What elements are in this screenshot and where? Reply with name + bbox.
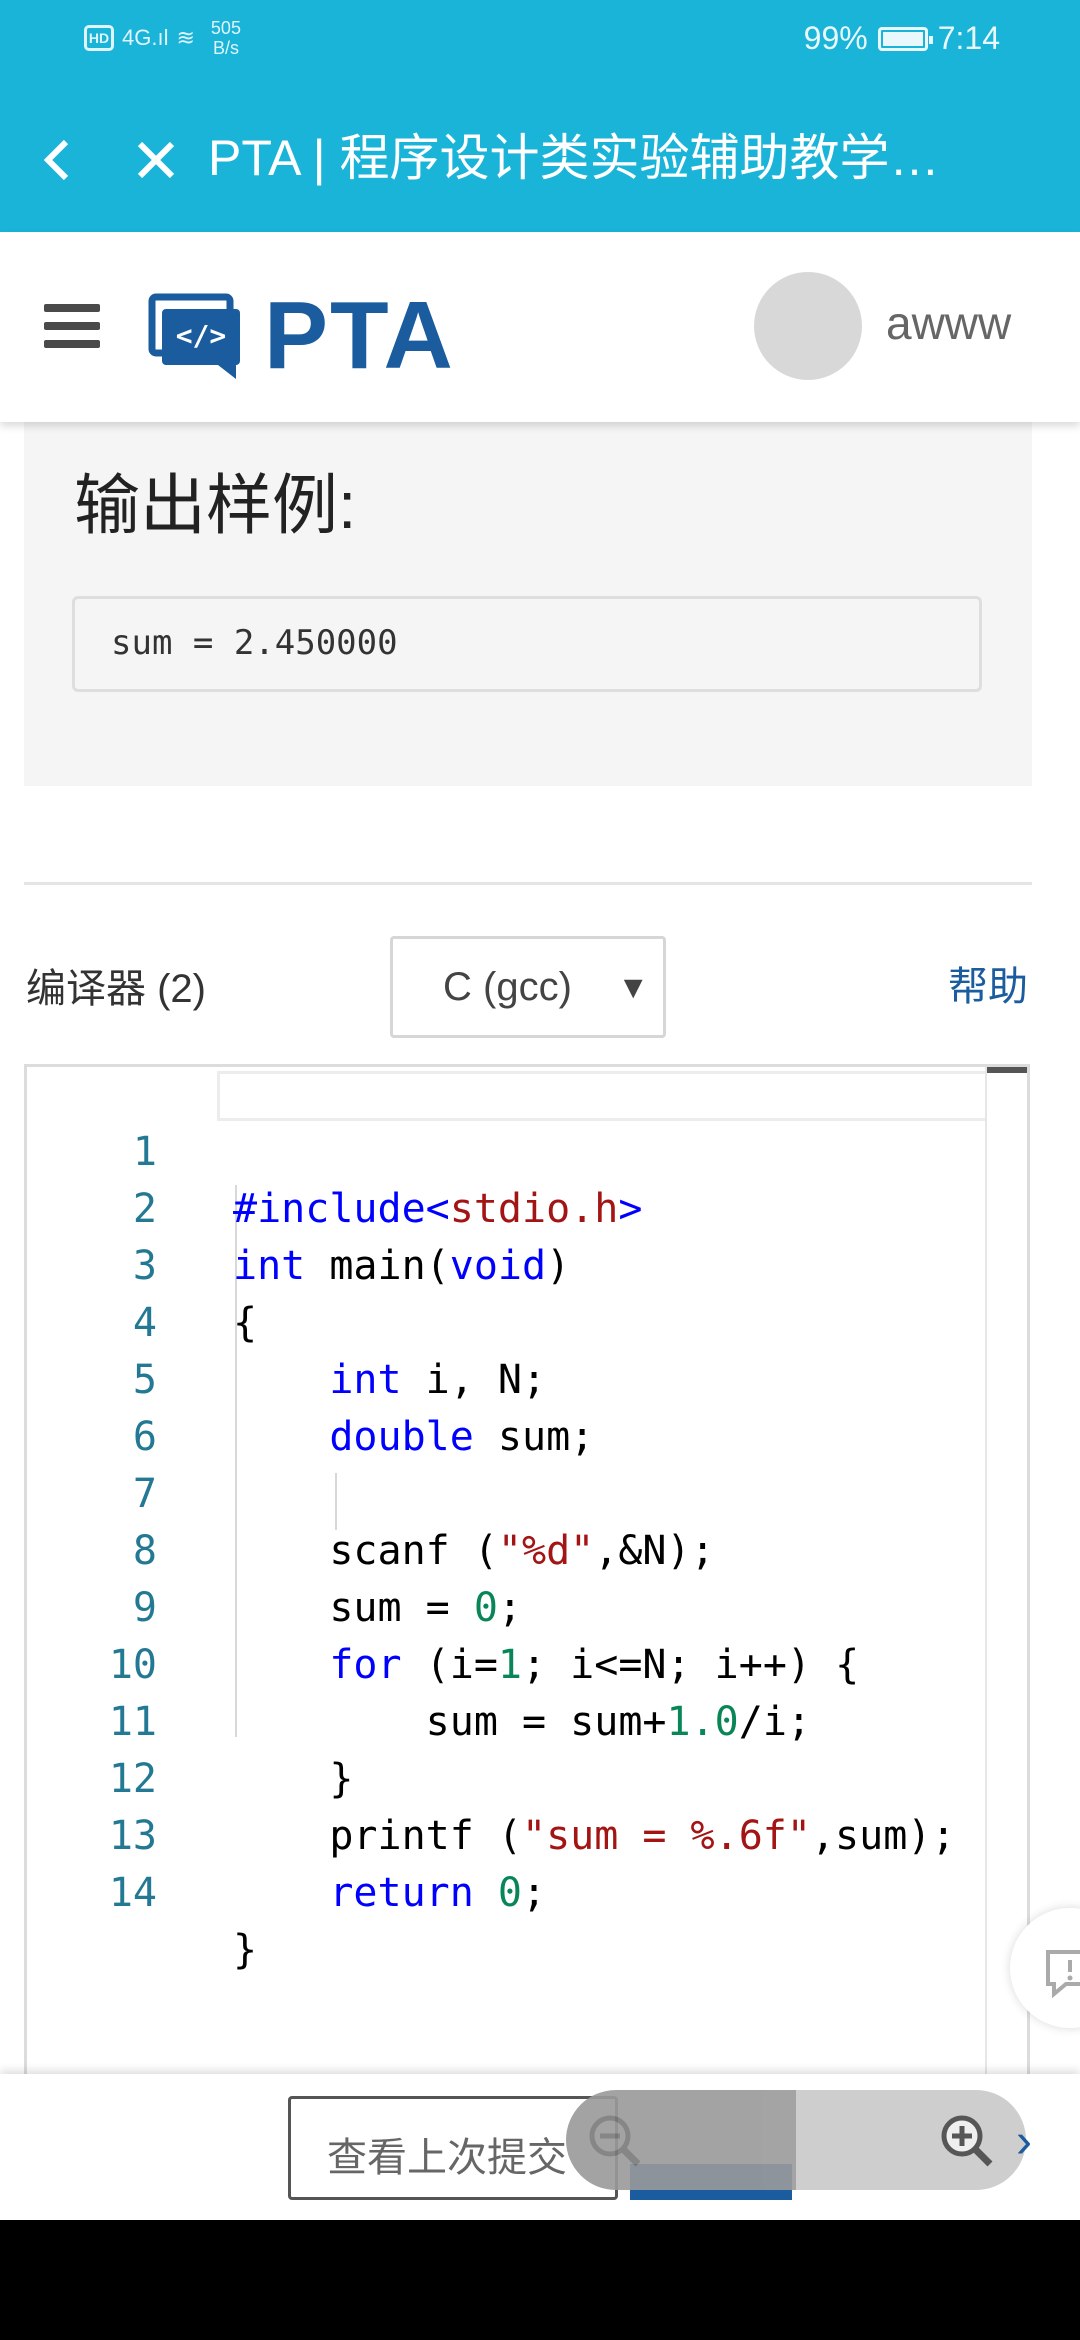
code-line: 13 return 0;: [27, 1751, 1027, 1916]
output-sample-panel: 输出样例: sum = 2.450000: [24, 422, 1032, 786]
code-editor[interactable]: 1 #include<stdio.h> 2 int main(void) 3 {…: [24, 1064, 1030, 2094]
status-right: 99% 7:14: [804, 20, 1000, 57]
divider: [24, 882, 1032, 885]
zoom-in-icon: [941, 2115, 993, 2167]
code-line: 2 int main(void): [27, 1124, 1027, 1289]
bottom-action-bar: 查看上次提交 ›: [0, 2074, 1080, 2220]
code-line: 9 for (i=1; i<=N; i++) {: [27, 1523, 1027, 1688]
feedback-icon: [1046, 1950, 1080, 1999]
code-line: 5 double sum;: [27, 1295, 1027, 1460]
compiler-label: 编译器 (2): [26, 967, 206, 1011]
line-number: 14: [108, 1870, 157, 1916]
code-line: 4 int i, N;: [27, 1238, 1027, 1403]
page-title: PTA | 程序设计类实验辅助教学…: [208, 130, 940, 186]
code-line: 11 }: [27, 1637, 1027, 1802]
code-line: 14 }: [27, 1808, 1027, 1973]
chevron-right-icon[interactable]: ›: [1016, 2114, 1032, 2169]
app-header: </> PTA awww: [0, 232, 1080, 422]
zoom-out-button[interactable]: [566, 2090, 796, 2190]
svg-text:</>: </>: [176, 319, 227, 352]
dropdown-arrow-icon: ▼: [617, 969, 649, 1005]
compiler-selected-value: C (gcc): [443, 965, 572, 1009]
speed-value: 505: [210, 18, 241, 38]
code-line: 8 sum = 0;: [27, 1466, 1027, 1631]
signal-icon: 4G.ıl: [122, 25, 169, 50]
code-line: 7 scanf ("%d",&N);: [27, 1409, 1027, 1574]
output-sample-heading: 输出样例:: [74, 468, 357, 542]
network-speed: 505 B/s: [211, 18, 241, 58]
zoom-in-button[interactable]: [796, 2090, 1026, 2190]
system-navigation-bar: [0, 2220, 1080, 2340]
code-line: 3 {: [27, 1181, 1027, 1346]
username[interactable]: awww: [886, 296, 1011, 350]
wifi-icon: ≋: [176, 25, 195, 50]
zoom-out-icon: [589, 2115, 641, 2167]
code-line: 10 sum = sum+1.0/i;: [27, 1580, 1027, 1745]
avatar[interactable]: [754, 272, 862, 380]
code-line: 6: [27, 1352, 1027, 1460]
help-link[interactable]: 帮助: [948, 954, 1028, 1012]
code-line: 1 #include<stdio.h>: [27, 1067, 1027, 1232]
chevron-left-icon[interactable]: [36, 122, 76, 192]
status-bar: HD 4G.ıl ≋ 505 B/s 99% 7:14: [0, 0, 1080, 80]
hd-icon: HD: [84, 25, 114, 51]
battery-percent: 99%: [803, 20, 868, 56]
menu-icon[interactable]: [44, 304, 100, 352]
clock: 7:14: [937, 20, 1000, 56]
browser-titlebar: PTA | 程序设计类实验辅助教学…: [0, 80, 1080, 232]
code-bubble-icon: </>: [148, 293, 240, 379]
compiler-select[interactable]: C (gcc) ▼: [390, 936, 666, 1038]
close-icon[interactable]: [132, 122, 182, 192]
battery-icon: [877, 26, 933, 51]
speed-unit: B/s: [212, 38, 239, 58]
logo-text: PTA: [264, 282, 455, 389]
pta-logo[interactable]: </> PTA: [148, 286, 455, 386]
output-sample-box: sum = 2.450000: [72, 596, 982, 692]
status-left: HD 4G.ıl ≋ 505 B/s: [84, 18, 241, 58]
code-line: 12 printf ("sum = %.6f",sum);: [27, 1694, 1027, 1859]
